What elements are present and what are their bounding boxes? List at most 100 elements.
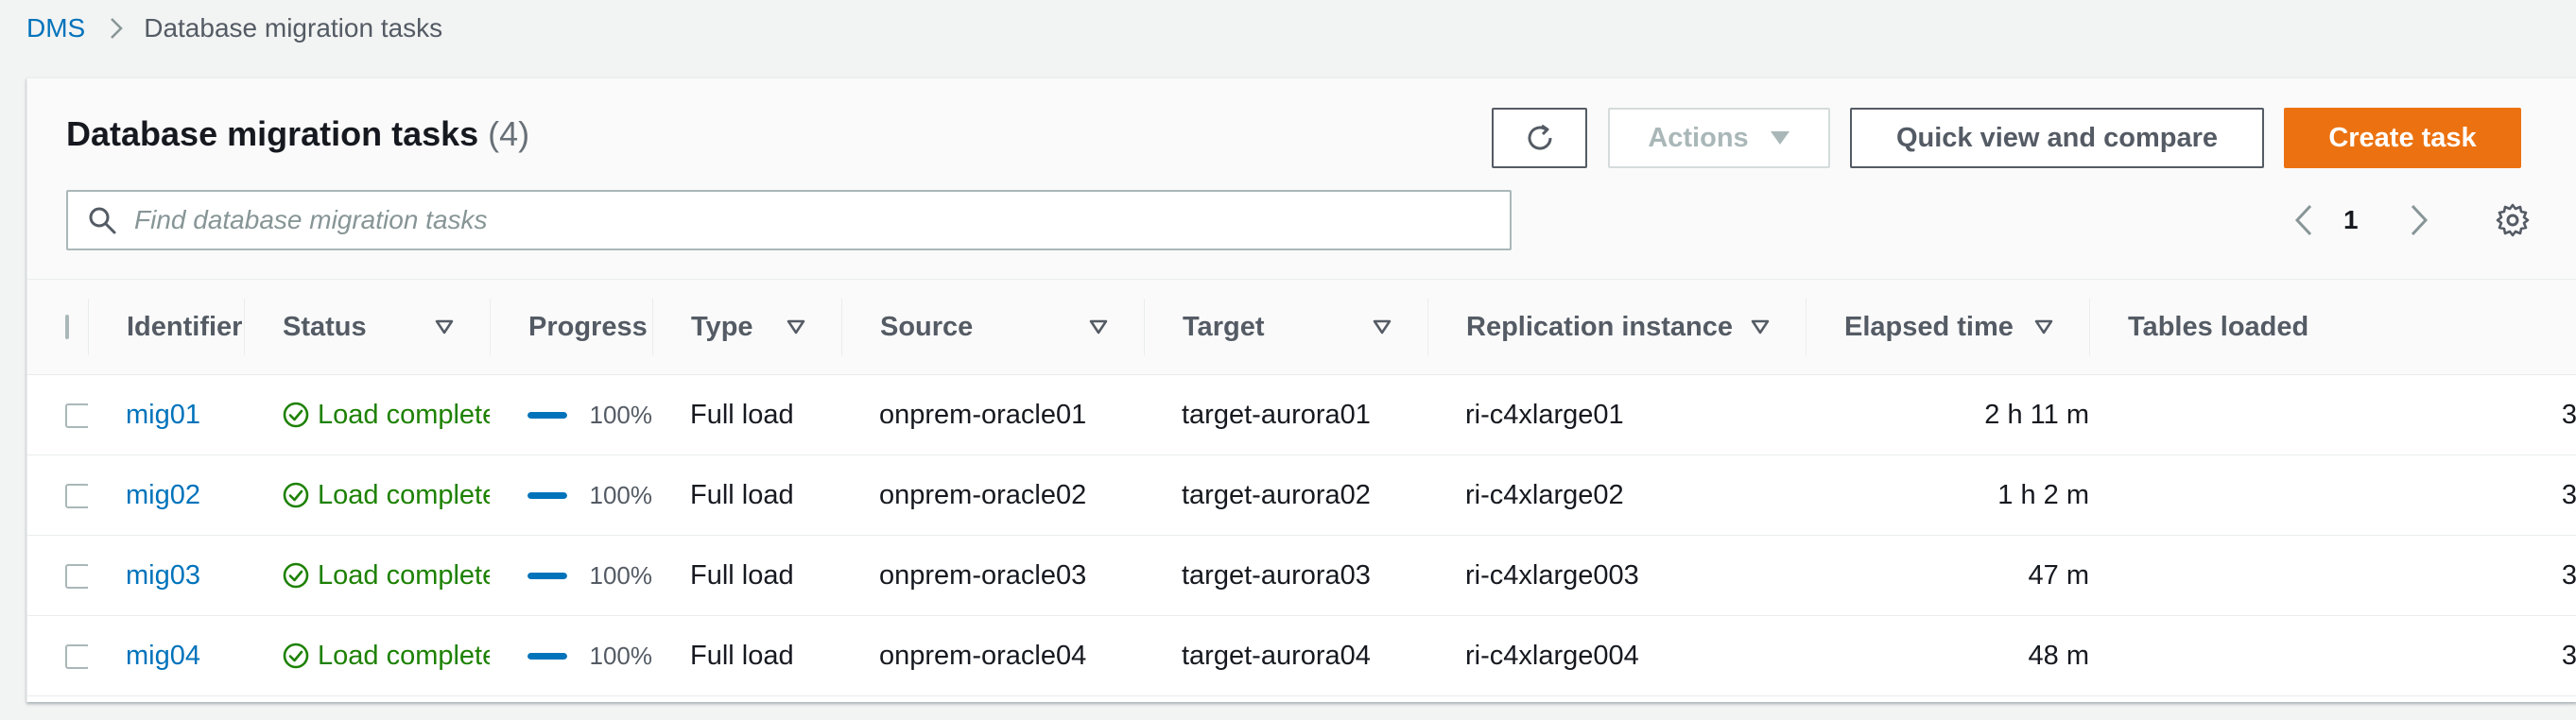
column-label: Status <box>283 311 367 342</box>
elapsed-time-cell: 47 m <box>1806 535 2089 616</box>
task-identifier-link[interactable]: mig01 <box>126 400 200 430</box>
progress-indicator: 100% <box>527 642 652 671</box>
select-all-header <box>27 280 88 375</box>
create-task-button[interactable]: Create task <box>2284 108 2521 168</box>
refresh-icon <box>1528 124 1552 150</box>
table-settings-button[interactable] <box>2495 199 2531 241</box>
column-label: Target <box>1183 311 1265 342</box>
current-page-number[interactable]: 1 <box>2343 199 2359 241</box>
row-select-cell <box>27 454 88 536</box>
breadcrumb-dms-link[interactable]: DMS <box>26 13 85 43</box>
progress-cell: 100% <box>490 615 652 696</box>
target-cell: target-aurora03 <box>1144 535 1427 616</box>
status-cell: Load complete <box>244 454 490 536</box>
table-row[interactable]: mig04 Load complete 100% Full load onpre… <box>27 615 2576 696</box>
quick-view-compare-button[interactable]: Quick view and compare <box>1850 108 2264 168</box>
next-page-button[interactable] <box>2410 199 2429 241</box>
replication-instance-cell: ri-c4xlarge003 <box>1427 535 1806 616</box>
panel-header: Database migration tasks (4) Actions Quic… <box>27 78 2576 280</box>
check-circle-icon <box>282 561 310 590</box>
sort-icon <box>1751 319 1770 334</box>
actions-dropdown[interactable]: Actions <box>1608 108 1830 168</box>
replication-instance-cell: ri-c4xlarge004 <box>1427 615 1806 696</box>
column-header-identifier[interactable]: Identifier <box>88 280 244 375</box>
row-checkbox[interactable] <box>65 483 88 508</box>
chevron-right-icon <box>2411 204 2429 236</box>
column-header-target[interactable]: Target <box>1144 280 1427 375</box>
chevron-right-icon <box>110 17 124 40</box>
row-select-cell <box>27 615 88 696</box>
sort-icon <box>787 319 805 334</box>
column-label: Type <box>691 311 753 342</box>
column-header-type[interactable]: Type <box>652 280 841 375</box>
task-identifier-link[interactable]: mig03 <box>126 560 200 591</box>
breadcrumb-current: Database migration tasks <box>144 13 443 43</box>
check-circle-icon <box>282 401 310 429</box>
identifier-cell: mig04 <box>88 615 244 696</box>
status-text: Load complete <box>318 640 490 671</box>
row-checkbox[interactable] <box>65 563 88 589</box>
column-header-source[interactable]: Source <box>841 280 1144 375</box>
row-checkbox[interactable] <box>65 643 88 669</box>
identifier-cell: mig02 <box>88 454 244 536</box>
select-all-checkbox[interactable] <box>65 315 69 339</box>
tables-loaded-cell: 3 <box>2089 615 2576 696</box>
task-identifier-link[interactable]: mig02 <box>126 480 200 510</box>
progress-bar <box>527 491 567 499</box>
replication-instance-cell: ri-c4xlarge02 <box>1427 454 1806 536</box>
refresh-button[interactable] <box>1492 108 1587 168</box>
status-badge: Load complete <box>282 560 490 591</box>
progress-bar <box>527 652 567 660</box>
identifier-cell: mig01 <box>88 374 244 455</box>
type-cell: Full load <box>652 615 841 696</box>
elapsed-time-cell: 48 m <box>1806 615 2089 696</box>
tasks-table: Identifier Status Progress Type Source T… <box>27 280 2576 696</box>
elapsed-time-cell: 2 h 11 m <box>1806 374 2089 455</box>
table-row[interactable]: mig02 Load complete 100% Full load onpre… <box>27 454 2576 536</box>
type-cell: Full load <box>652 454 841 536</box>
tables-loaded-value: 3 <box>2561 479 2576 510</box>
target-cell: target-aurora04 <box>1144 615 1427 696</box>
status-badge: Load complete <box>282 480 490 511</box>
table-header-row: Identifier Status Progress Type Source T… <box>27 280 2576 375</box>
status-text: Load complete <box>318 479 490 510</box>
type-cell: Full load <box>652 374 841 455</box>
progress-bar-fill <box>527 572 567 579</box>
column-label: Identifier <box>127 311 243 342</box>
tables-loaded-cell: 3 <box>2089 535 2576 616</box>
source-cell: onprem-oracle01 <box>841 374 1144 455</box>
column-header-progress[interactable]: Progress <box>490 280 652 375</box>
tasks-panel: Database migration tasks (4) Actions Quic… <box>26 77 2576 702</box>
progress-percent: 100% <box>589 400 653 429</box>
status-badge: Load complete <box>282 641 490 672</box>
task-identifier-link[interactable]: mig04 <box>126 641 200 671</box>
table-row[interactable]: mig03 Load complete 100% Full load onpre… <box>27 535 2576 616</box>
progress-bar-fill <box>527 411 567 419</box>
chevron-left-icon <box>2294 204 2312 236</box>
search-field[interactable] <box>66 190 1512 250</box>
progress-cell: 100% <box>490 535 652 616</box>
caret-down-icon <box>1770 130 1790 146</box>
page-title-text: Database migration tasks <box>66 114 479 153</box>
column-header-tables-loaded[interactable]: Tables loaded <box>2089 280 2576 375</box>
search-input[interactable] <box>132 204 1460 236</box>
table-row[interactable]: mig01 Load complete 100% Full load onpre… <box>27 374 2576 455</box>
column-header-elapsed-time[interactable]: Elapsed time <box>1806 280 2089 375</box>
type-cell: Full load <box>652 535 841 616</box>
tables-loaded-value: 3 <box>2561 559 2576 591</box>
column-header-replication-instance[interactable]: Replication instance <box>1427 280 1806 375</box>
source-cell: onprem-oracle03 <box>841 535 1144 616</box>
row-checkbox[interactable] <box>65 403 88 428</box>
column-header-status[interactable]: Status <box>244 280 490 375</box>
progress-indicator: 100% <box>527 561 652 591</box>
status-cell: Load complete <box>244 535 490 616</box>
status-cell: Load complete <box>244 615 490 696</box>
status-text: Load complete <box>318 399 490 430</box>
status-text: Load complete <box>318 559 490 591</box>
progress-indicator: 100% <box>527 401 652 430</box>
replication-instance-cell: ri-c4xlarge01 <box>1427 374 1806 455</box>
previous-page-button[interactable] <box>2294 199 2313 241</box>
progress-percent: 100% <box>589 641 653 670</box>
page-title: Database migration tasks (4) <box>66 114 529 154</box>
progress-bar-fill <box>527 652 567 660</box>
